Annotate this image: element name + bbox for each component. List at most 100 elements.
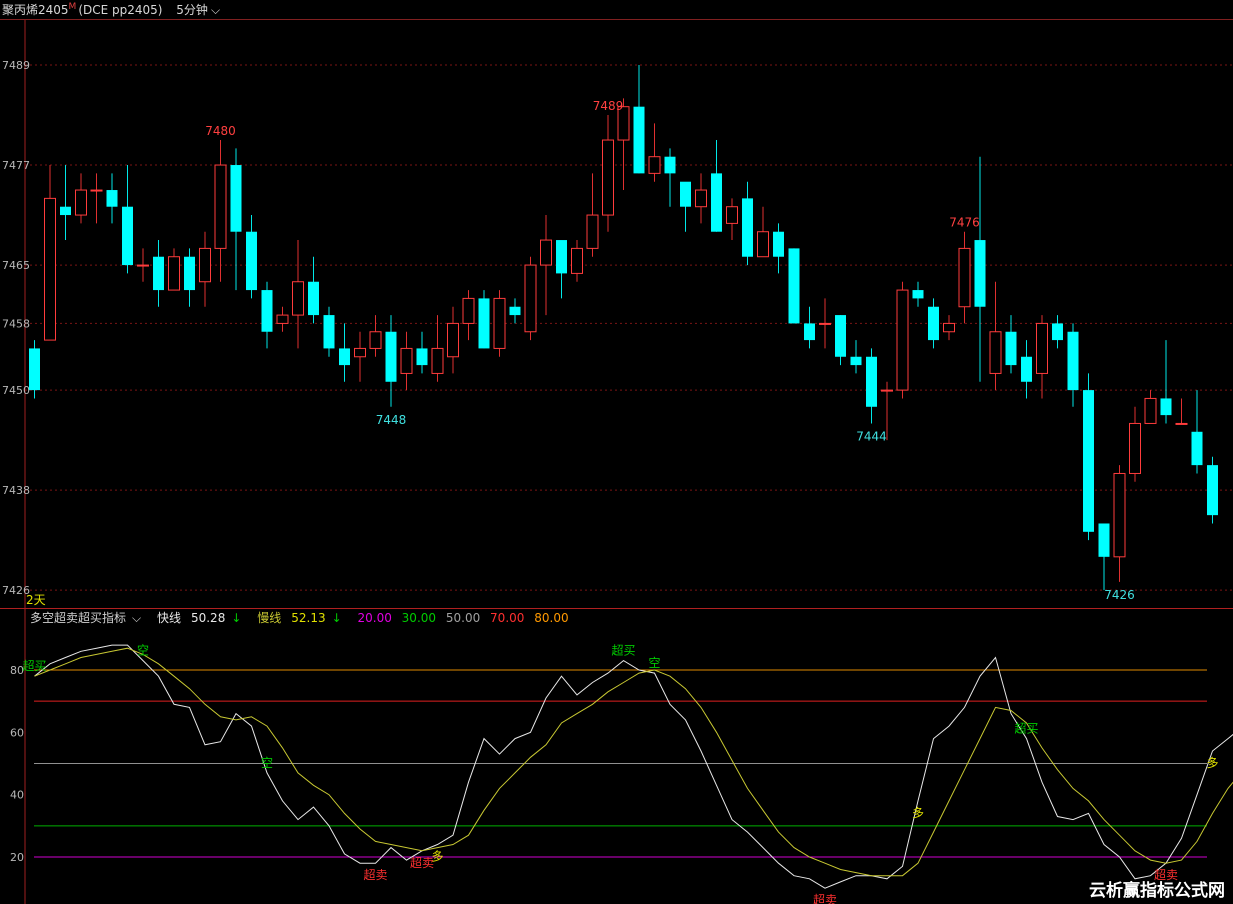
high-price-label: 7480 [205,124,236,138]
candle-body-down [153,256,164,291]
candle-body-up [493,297,506,349]
symbol-name: 聚丙烯2405 [2,3,69,17]
candle-body-up [75,189,87,216]
indicator-name: 多空超卖超买指标 [30,611,127,625]
level-30: 30.00 [401,611,437,625]
main-contract-marker: M [68,2,77,12]
signal-label: 多 [431,850,443,864]
watermark-text: 云析赢指标公式网 [1089,881,1225,901]
candle-body-down [416,348,428,366]
price-tick-label: 7477 [2,159,30,172]
level-50: 50.00 [445,611,481,625]
candle-body-up [276,314,289,324]
price-tick-label: 7450 [2,384,30,397]
candle-body-up [292,281,304,316]
candle-body-up [726,206,738,224]
candle-body-up [896,289,909,391]
candle-body-up [1144,397,1157,424]
candle-body-down [29,348,40,391]
header-bar: 聚丙烯2405M (DCE pp2405) 5分钟 ⌵ [0,0,1233,20]
candle-body-up [648,156,661,174]
level-80: 80.00 [534,611,569,625]
candle-body-up [137,264,149,267]
candle-body-down [60,206,71,216]
candle-body-down [1021,356,1032,382]
candle-body-down [680,181,691,207]
candle-body-up [586,214,599,249]
candle-body-down [912,290,924,299]
level-70: 70.00 [490,611,525,625]
candle-body-up [958,247,971,308]
signal-label: 超卖 [410,855,434,870]
signal-label: 超买 [22,658,46,673]
indicator-tick-label: 60 [10,726,24,739]
candle-body-down [835,315,846,357]
signal-label: 空 [648,656,660,670]
candle-body-up [540,239,552,266]
candle-body-down [184,256,195,291]
signal-label: 超卖 [363,867,387,882]
slow-line-legend: 慢线 52.13 ↓ [257,611,342,625]
candle-body-down [1052,323,1063,341]
signal-label: 空 [261,756,273,770]
indicator-tick-label: 20 [10,851,24,864]
slow-line [34,647,1233,877]
candle-body-down [742,198,753,257]
candle-body-down [339,348,350,366]
candle-body-down [1005,331,1017,366]
candle-body-up [44,197,56,341]
candle-body-down [122,206,133,266]
period-label: 5分钟 [176,3,208,17]
high-price-label: 7489 [593,99,624,113]
candle-body-up [199,247,211,283]
candle-body-down [1160,398,1172,416]
indicator-bar: 多空超卖超买指标 ⌵ 快线 50.28 ↓ 慢线 52.13 ↓ 20.00 30.00 … [0,609,1233,627]
signal-label: 多 [1206,756,1218,770]
candle-body-down [230,165,242,232]
signal-label: 空 [137,644,149,658]
candle-body-up [881,389,893,392]
candle-body-up [989,331,1002,374]
chevron-down-icon: ⌵ [132,611,142,625]
candle-body-up [168,256,180,291]
price-tick-label: 7489 [2,59,30,72]
candle-body-down [308,281,319,316]
candle-body-up [571,247,583,274]
candle-body-up [369,331,382,349]
candle-body-up [354,347,366,358]
candle-body-down [246,231,257,291]
candle-body-up [90,189,103,192]
candle-body-down [1191,431,1203,466]
candle-body-down [866,356,877,407]
level-20: 20.00 [357,611,392,625]
low-price-label: 7426 [1104,588,1135,602]
candle-body-up [819,322,831,325]
candle-body-up [1036,322,1048,374]
candle-body-up [695,189,707,208]
candle-body-down [556,240,567,274]
candle-body-down [974,240,986,307]
chart-canvas: 7426 7438 7450 7458 7465 7477 7489 2天 7480 7448 74… [0,19,1233,904]
price-tick-label: 7465 [2,259,30,272]
candle-body-up [214,164,227,249]
candle-body-up [524,264,537,333]
candle-body-up [757,231,769,258]
candle-body-down [323,315,335,349]
chevron-down-icon: ⌵ [210,3,221,17]
candle-body-down [711,173,722,232]
candle-body-down [1083,390,1094,532]
candle-body-up [1175,422,1188,425]
candle-body-down [788,248,800,324]
candle-body-up [447,322,459,358]
candle-body-down [1098,523,1110,557]
candle-body-up [943,322,955,333]
candle-body-down [1207,465,1218,516]
indicator-selector[interactable]: 多空超卖超买指标 ⌵ [30,609,147,627]
candle-body-up [1129,422,1141,474]
period-selector[interactable]: 5分钟 ⌵ [176,0,220,20]
candle-body-down [385,331,397,382]
signal-label: 超买 [611,643,635,658]
candle-body-down [106,190,118,207]
candle-body-up [462,297,475,324]
candle-body-down [773,231,784,257]
